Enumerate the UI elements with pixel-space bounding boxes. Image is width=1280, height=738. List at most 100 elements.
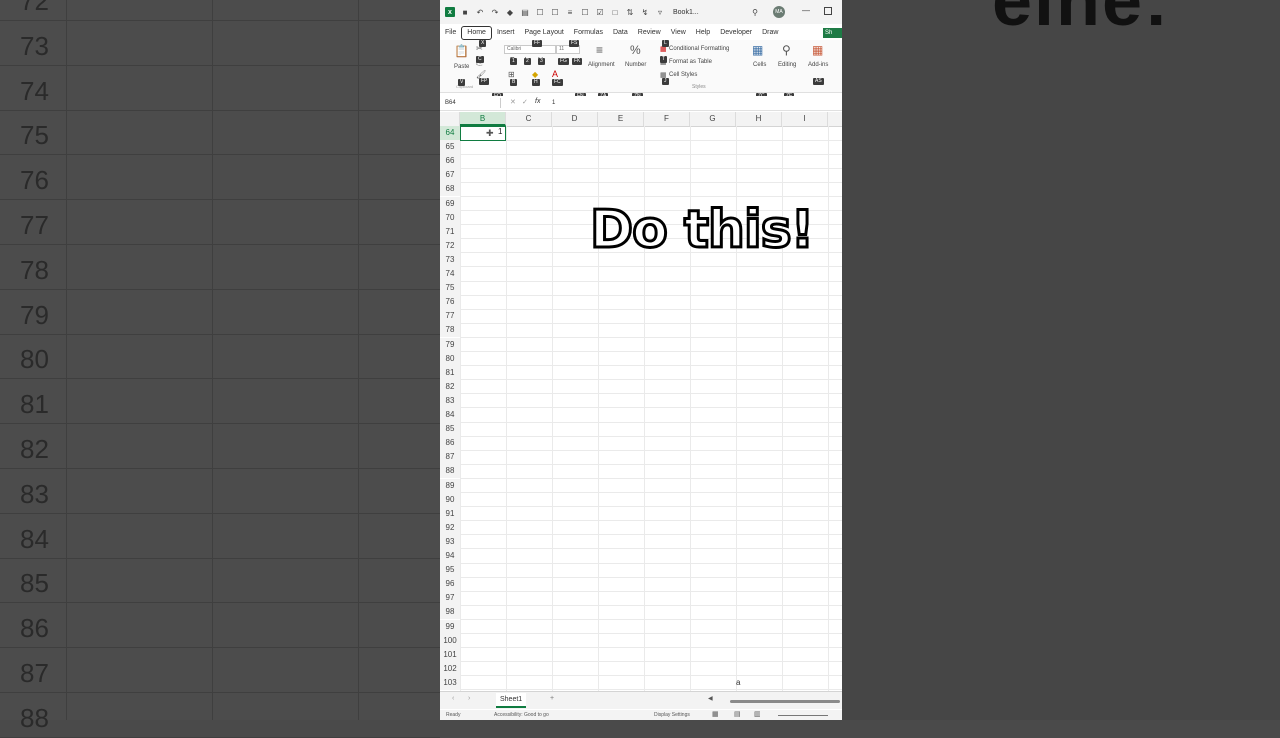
- cells-label[interactable]: Cells: [753, 62, 766, 68]
- qat-icon-2[interactable]: ☐: [535, 7, 545, 17]
- select-all-corner[interactable]: [440, 112, 460, 126]
- editing-icon[interactable]: ⚲: [782, 43, 791, 57]
- row-header[interactable]: 76: [440, 295, 460, 310]
- tab-file[interactable]: File: [440, 26, 461, 40]
- undo-icon[interactable]: ↶: [475, 7, 485, 17]
- row-header[interactable]: 98: [440, 605, 460, 620]
- row-header[interactable]: 103: [440, 675, 460, 690]
- percent-icon[interactable]: %: [630, 43, 641, 57]
- sort-icon[interactable]: ⇅: [625, 7, 635, 17]
- tab-home[interactable]: Home: [461, 26, 492, 40]
- search-icon[interactable]: ⚲: [750, 7, 760, 17]
- column-header-d[interactable]: D: [552, 112, 598, 126]
- redo-icon[interactable]: ↷: [490, 7, 500, 17]
- row-header[interactable]: 87: [440, 450, 460, 465]
- paste-label[interactable]: Paste: [454, 64, 469, 70]
- page-break-view-icon[interactable]: ▥: [754, 710, 761, 720]
- tab-formulas[interactable]: Formulas: [569, 26, 608, 40]
- row-header[interactable]: 100: [440, 633, 460, 648]
- row-header[interactable]: 81: [440, 365, 460, 380]
- row-header[interactable]: 91: [440, 506, 460, 521]
- sheet-tab[interactable]: Sheet1: [496, 693, 527, 708]
- row-header[interactable]: 93: [440, 534, 460, 549]
- row-header[interactable]: 86: [440, 436, 460, 451]
- enter-icon[interactable]: ✓: [522, 98, 528, 106]
- tab-review[interactable]: Review: [633, 26, 666, 40]
- row-header[interactable]: 74: [440, 267, 460, 281]
- alignment-label[interactable]: Alignment: [588, 62, 615, 68]
- row-header[interactable]: 75: [440, 281, 460, 296]
- row-header[interactable]: 101: [440, 647, 460, 662]
- row-header[interactable]: 77: [440, 309, 460, 324]
- share-button[interactable]: Sh: [823, 28, 842, 38]
- insert-function-icon[interactable]: fx: [535, 98, 540, 105]
- tab-help[interactable]: Help: [691, 26, 715, 40]
- zoom-slider[interactable]: [778, 715, 828, 716]
- tab-data[interactable]: Data: [608, 26, 633, 40]
- row-header[interactable]: 92: [440, 520, 460, 535]
- row-header[interactable]: 95: [440, 563, 460, 578]
- row-header[interactable]: 70: [440, 210, 460, 225]
- row-header[interactable]: 96: [440, 577, 460, 592]
- row-header[interactable]: 66: [440, 154, 460, 169]
- column-header-c[interactable]: C: [506, 112, 552, 126]
- row-header[interactable]: 84: [440, 408, 460, 422]
- column-header-b[interactable]: B: [460, 112, 506, 126]
- qat-icon-8[interactable]: ↯: [640, 7, 650, 17]
- addins-label[interactable]: Add-ins: [808, 62, 828, 68]
- font-name-box[interactable]: Calibri: [504, 45, 556, 54]
- cell-styles-button[interactable]: Cell Styles: [669, 72, 697, 78]
- cells-icon[interactable]: ▦: [752, 43, 763, 57]
- format-as-table-button[interactable]: Format as Table: [669, 59, 712, 65]
- add-sheet-icon[interactable]: +: [550, 695, 554, 702]
- row-header[interactable]: 94: [440, 549, 460, 563]
- qat-icon-7[interactable]: □: [610, 7, 620, 17]
- row-header[interactable]: 79: [440, 337, 460, 352]
- borders-icon[interactable]: ⊞: [508, 70, 515, 79]
- accessibility-status[interactable]: Accessibility: Good to go: [494, 710, 549, 720]
- column-header-e[interactable]: E: [598, 112, 644, 126]
- avatar[interactable]: MA: [773, 6, 785, 18]
- tab-insert[interactable]: Insert: [492, 26, 520, 40]
- row-header[interactable]: 67: [440, 168, 460, 183]
- column-header-i[interactable]: I: [782, 112, 828, 126]
- row-header[interactable]: 68: [440, 182, 460, 197]
- row-header[interactable]: 88: [440, 464, 460, 479]
- row-header[interactable]: 69: [440, 196, 460, 211]
- row-header[interactable]: 64: [440, 126, 460, 140]
- row-header[interactable]: 85: [440, 422, 460, 437]
- editing-label[interactable]: Editing: [778, 62, 796, 68]
- page-layout-view-icon[interactable]: ▤: [734, 710, 741, 720]
- qat-icon-1[interactable]: ▤: [520, 7, 530, 17]
- next-sheet-icon[interactable]: ›: [468, 695, 470, 702]
- fill-color-ribbon-icon[interactable]: ◆: [532, 70, 538, 79]
- row-header[interactable]: 80: [440, 351, 460, 366]
- worksheet-grid[interactable]: 64 65 66 67 68 69 70 71 72 73 74 75 76 77 78 79 80 81 82 83…: [440, 126, 842, 691]
- row-header[interactable]: 73: [440, 252, 460, 267]
- conditional-formatting-button[interactable]: Conditional Formatting: [669, 46, 729, 52]
- number-label[interactable]: Number: [625, 62, 646, 68]
- cancel-icon[interactable]: ✕: [510, 98, 516, 106]
- row-header[interactable]: 97: [440, 591, 460, 606]
- qat-icon-3[interactable]: ☐: [550, 7, 560, 17]
- formula-value[interactable]: 1: [552, 99, 555, 107]
- row-header[interactable]: 89: [440, 478, 460, 493]
- addins-icon[interactable]: ▦: [812, 43, 823, 57]
- scroll-left-icon[interactable]: ◀: [708, 695, 713, 702]
- row-header[interactable]: 72: [440, 238, 460, 253]
- tab-developer[interactable]: Developer: [715, 26, 757, 40]
- qat-icon-6[interactable]: ☑: [595, 7, 605, 17]
- display-settings[interactable]: Display Settings: [654, 710, 690, 720]
- customize-qat-icon[interactable]: ▿: [655, 7, 665, 17]
- horizontal-scrollbar[interactable]: [730, 700, 840, 703]
- row-header[interactable]: 99: [440, 619, 460, 634]
- row-header[interactable]: 90: [440, 492, 460, 507]
- column-header-h[interactable]: H: [736, 112, 782, 126]
- row-header[interactable]: 82: [440, 379, 460, 394]
- tab-view[interactable]: View: [666, 26, 691, 40]
- row-header[interactable]: 78: [440, 323, 460, 338]
- alignment-icon[interactable]: ≡: [596, 43, 603, 57]
- prev-sheet-icon[interactable]: ‹: [452, 695, 454, 702]
- row-header[interactable]: 83: [440, 393, 460, 408]
- row-header[interactable]: 65: [440, 140, 460, 155]
